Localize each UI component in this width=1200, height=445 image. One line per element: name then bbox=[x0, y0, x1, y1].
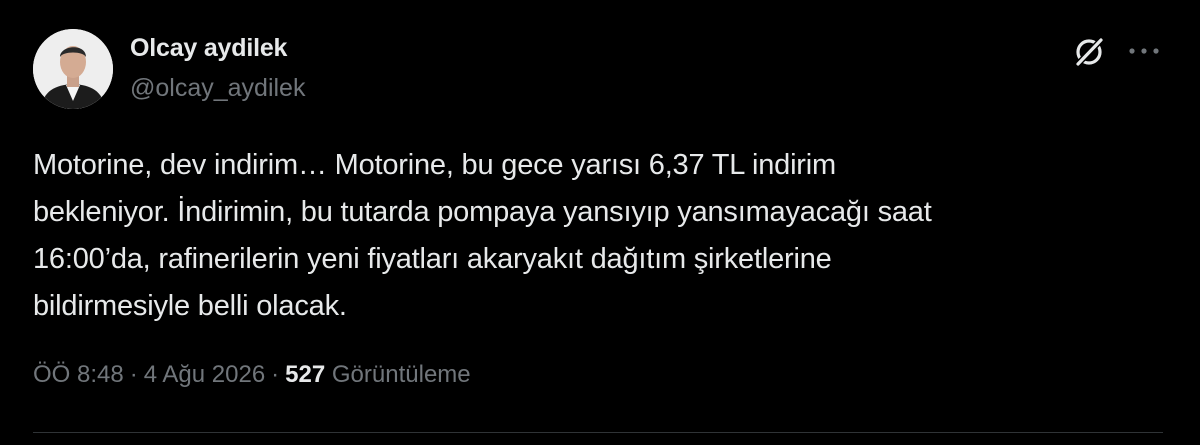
tweet-text: Motorine, dev indirim… Motorine, bu gece… bbox=[33, 149, 932, 322]
meta-separator: · bbox=[129, 361, 138, 388]
avatar-image bbox=[33, 29, 113, 109]
tweet-metadata: ÖÖ 8:48 · 4 Ağu 2026 · 527 Görüntüleme bbox=[33, 361, 471, 389]
author-display-name[interactable]: Olcay aydilek bbox=[130, 34, 287, 63]
grok-icon[interactable] bbox=[1071, 34, 1107, 70]
meta-separator: · bbox=[271, 361, 280, 388]
tweet-time[interactable]: ÖÖ 8:48 bbox=[33, 361, 124, 388]
tweet-card: Olcay aydilek @olcay_aydilek Motorine, d… bbox=[0, 0, 1200, 445]
more-horizontal-icon[interactable] bbox=[1124, 36, 1164, 66]
avatar[interactable] bbox=[33, 29, 113, 109]
tweet-date[interactable]: 4 Ağu 2026 bbox=[144, 361, 265, 388]
divider bbox=[33, 432, 1163, 433]
author-handle[interactable]: @olcay_aydilek bbox=[130, 74, 305, 103]
views-label: Görüntüleme bbox=[331, 361, 471, 388]
views-count: 527 bbox=[285, 361, 326, 388]
